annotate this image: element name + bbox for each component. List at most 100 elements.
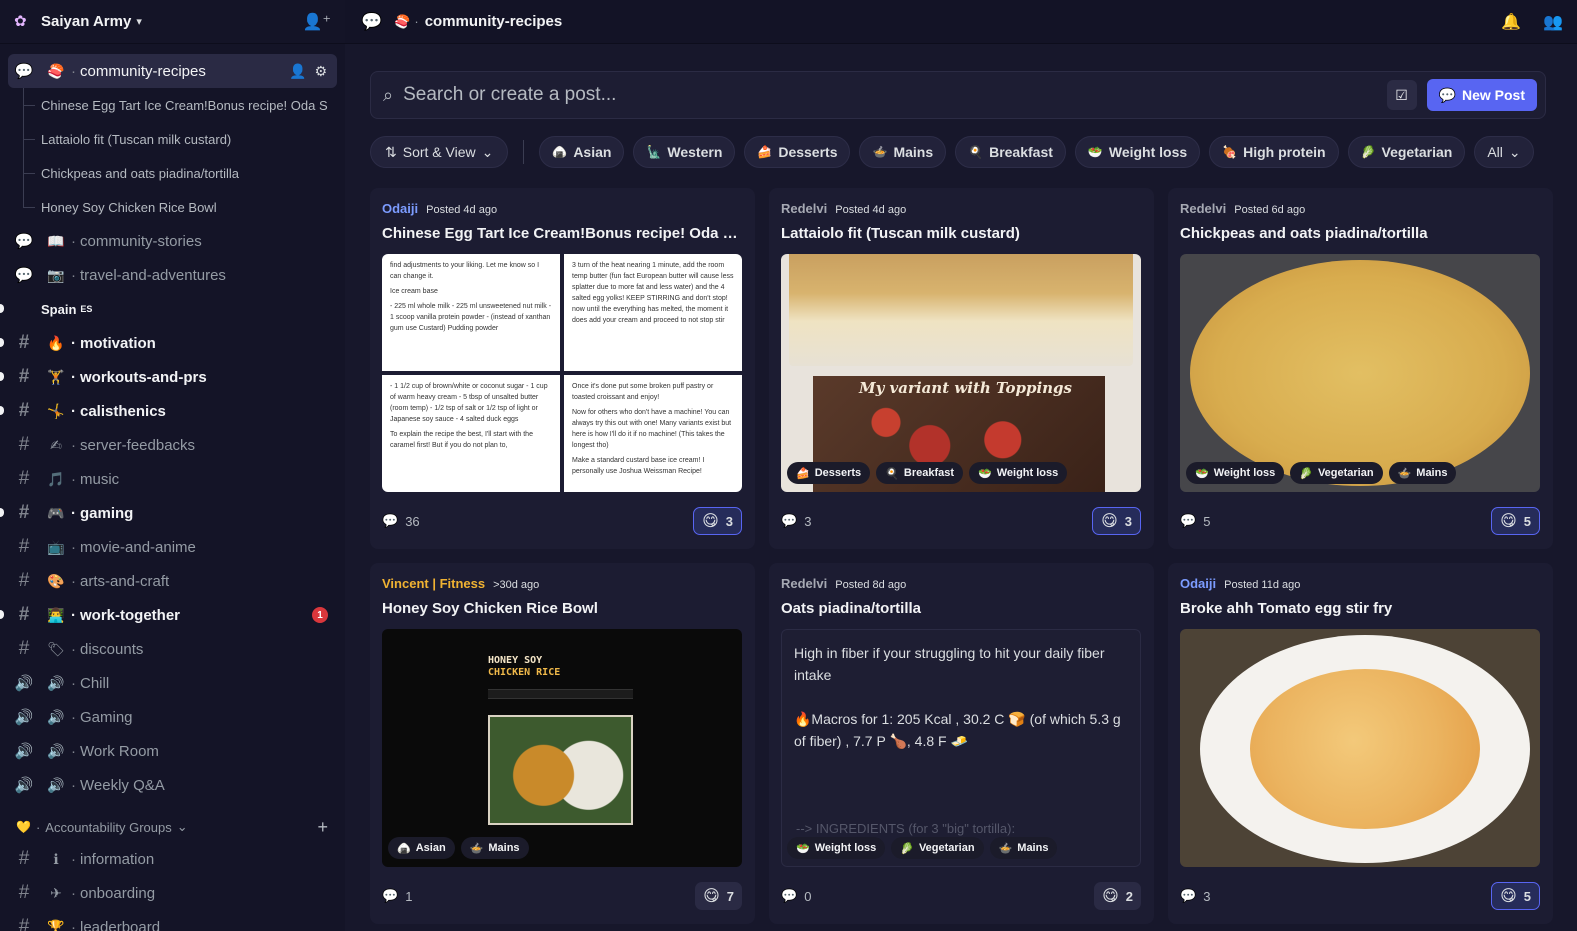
thread-name: Lattaiolo fit (Tuscan milk custard) <box>41 131 232 147</box>
channel-motivation[interactable]: # 🔥 · motivation <box>0 326 345 360</box>
add-channel-icon[interactable]: + <box>317 817 328 838</box>
photo-caption: My variant with Toppings <box>859 379 1072 397</box>
bell-icon[interactable]: 🔔 <box>1501 12 1521 32</box>
tag-filter-mains[interactable]: 🍲 Mains <box>859 136 947 168</box>
reaction-button[interactable]: 😋 2 <box>1094 882 1141 910</box>
post-title[interactable]: Broke ahh Tomato egg stir fry <box>1180 600 1540 620</box>
channel-name: arts-and-craft <box>80 572 170 590</box>
channel-list: 💬 🍣 · community-recipes 👤 ⚙ Chinese Egg Tart I… <box>0 54 345 931</box>
post-author[interactable]: Odaiji <box>382 201 418 216</box>
gear-icon[interactable]: ⚙ <box>314 63 327 80</box>
post-author[interactable]: Odaiji <box>1180 576 1216 591</box>
channel-chill[interactable]: 🔊 🔊 · Chill <box>0 666 345 700</box>
sort-view-button[interactable]: ⇅ Sort & View ⌄ <box>370 136 509 168</box>
thread-item[interactable]: Chickpeas and oats piadina/tortilla <box>0 156 345 190</box>
tag-filter-breakfast[interactable]: 🍳 Breakfast <box>955 136 1066 168</box>
add-member-icon[interactable]: 👤⁺ <box>303 12 331 32</box>
tag-filter-western[interactable]: 🗽 Western <box>633 136 736 168</box>
channel-community-recipes[interactable]: 💬 🍣 · community-recipes 👤 ⚙ <box>8 54 337 88</box>
channel-work-together[interactable]: # 👨‍💻 · work-together 1 <box>0 598 345 632</box>
tag-filter-desserts[interactable]: 🍰 Desserts <box>744 136 851 168</box>
post-preview[interactable]: High in fiber if your struggling to hit … <box>781 629 1141 867</box>
member-list-icon[interactable]: 👥 <box>1543 12 1563 32</box>
channel-weekly-q-a[interactable]: 🔊 🔊 · Weekly Q&A <box>0 768 345 802</box>
post-card[interactable]: Redelvi Posted 6d ago Chickpeas and oats p… <box>1168 188 1553 549</box>
channel-gaming[interactable]: # 🎮 · gaming <box>0 496 345 530</box>
new-post-button[interactable]: 💬 New Post <box>1426 79 1537 111</box>
subcategory-spain[interactable]: Spain ES <box>0 292 345 326</box>
tag-filter-weight-loss[interactable]: 🥗 Weight loss <box>1074 136 1201 168</box>
channel-emoji: 🔊 <box>47 776 65 793</box>
channel-music[interactable]: # 🎵 · music <box>0 462 345 496</box>
post-preview[interactable] <box>1180 629 1540 867</box>
post-card[interactable]: Redelvi Posted 8d ago Oats piadina/tortill… <box>769 563 1154 924</box>
invite-icon[interactable]: 👤 <box>289 63 306 80</box>
channel-information[interactable]: # ℹ · information <box>0 842 345 876</box>
post-title[interactable]: Honey Soy Chicken Rice Bowl <box>382 600 742 620</box>
channel-name: information <box>80 850 155 868</box>
tag-emoji: 🍰 <box>796 467 810 480</box>
dot-separator: · <box>71 572 76 590</box>
post-title[interactable]: Oats piadina/tortilla <box>781 600 1141 620</box>
thread-item[interactable]: Lattaiolo fit (Tuscan milk custard) <box>0 122 345 156</box>
channel-workouts-and-prs[interactable]: # 🏋 · workouts-and-prs <box>0 360 345 394</box>
reaction-button[interactable]: 😋 5 <box>1491 507 1540 535</box>
post-meta: Redelvi Posted 6d ago <box>1180 201 1540 218</box>
post-author[interactable]: Redelvi <box>1180 201 1226 216</box>
post-author[interactable]: Redelvi <box>781 201 827 216</box>
post-card[interactable]: Redelvi Posted 4d ago Lattaiolo fit (Tusca… <box>769 188 1154 549</box>
comment-count-value: 3 <box>1203 888 1211 904</box>
search-input[interactable] <box>403 84 1364 106</box>
channel-emoji: 🍣 <box>394 13 411 29</box>
thread-item[interactable]: Chinese Egg Tart Ice Cream!Bonus recipe!… <box>0 88 345 122</box>
post-author[interactable]: Redelvi <box>781 576 827 591</box>
post-preview[interactable]: 🥗 Weight loss 🥬 Vegetarian 🍲 Mains <box>1180 254 1540 492</box>
channel-community-stories[interactable]: 💬 📖 · community-stories <box>0 224 345 258</box>
tag-filter-asian[interactable]: 🍙 Asian <box>539 136 625 168</box>
channel-travel-and-adventures[interactable]: 💬 📷 · travel-and-adventures <box>0 258 345 292</box>
dot-separator: · <box>71 708 76 726</box>
post-title[interactable]: Lattaiolo fit (Tuscan milk custard) <box>781 225 1141 245</box>
channel-work-room[interactable]: 🔊 🔊 · Work Room <box>0 734 345 768</box>
hash-icon: # <box>18 916 30 931</box>
category-name: Accountability Groups <box>45 819 172 835</box>
channel-sidebar: ✿ Saiyan Army ▾ 👤⁺ 💬 🍣 · community-recipes 👤… <box>0 0 345 931</box>
post-card[interactable]: Vincent | Fitness >30d ago Honey Soy Chick… <box>370 563 755 924</box>
reaction-button[interactable]: 😋 3 <box>693 507 742 535</box>
tag-label: Mains <box>488 842 520 854</box>
channel-movie-and-anime[interactable]: # 📺 · movie-and-anime <box>0 530 345 564</box>
post-title[interactable]: Chickpeas and oats piadina/tortilla <box>1180 225 1540 245</box>
channel-calisthenics[interactable]: # 🤸 · calisthenics <box>0 394 345 428</box>
reaction-button[interactable]: 😋 7 <box>695 882 742 910</box>
server-header[interactable]: ✿ Saiyan Army ▾ 👤⁺ <box>0 0 345 44</box>
channel-gaming[interactable]: 🔊 🔊 · Gaming <box>0 700 345 734</box>
reaction-button[interactable]: 😋 5 <box>1491 882 1540 910</box>
chevron-down-icon: ⌄ <box>176 819 188 834</box>
comment-icon: 💬 <box>781 513 798 528</box>
post-card[interactable]: Odaiji Posted 11d ago Broke ahh Tomato egg… <box>1168 563 1553 924</box>
post-preview[interactable]: find adjustments to your liking. Let me … <box>382 254 742 492</box>
channel-discounts[interactable]: # 🏷 · discounts <box>0 632 345 666</box>
channel-onboarding[interactable]: # ✈ · onboarding <box>0 876 345 910</box>
post-preview[interactable]: HONEY SOY CHICKEN RICE 🍙 Asian 🍲 Mains <box>382 629 742 867</box>
select-posts-button[interactable]: ☑ <box>1386 80 1417 110</box>
post-card[interactable]: Odaiji Posted 4d ago Chinese Egg Tart Ice … <box>370 188 755 549</box>
all-tags-dropdown[interactable]: All ⌄ <box>1474 136 1534 168</box>
post-preview[interactable]: My variant with Toppings 🍰 Desserts 🍳 Breakf… <box>781 254 1141 492</box>
channel-arts-and-craft[interactable]: # 🎨 · arts-and-craft <box>0 564 345 598</box>
tag-filter-vegetarian[interactable]: 🥬 Vegetarian <box>1347 136 1466 168</box>
hash-icon: # <box>18 848 30 869</box>
channel-server-feedbacks[interactable]: # ✍ · server-feedbacks <box>0 428 345 462</box>
tag-filter-high-protein[interactable]: 🍖 High protein <box>1209 136 1339 168</box>
post-title[interactable]: Chinese Egg Tart Ice Cream!Bonus recipe!… <box>382 225 742 245</box>
reaction-button[interactable]: 😋 3 <box>1092 507 1141 535</box>
tag-emoji: 🍳 <box>885 467 899 480</box>
category-header[interactable]: 💛 · Accountability Groups ⌄ + <box>0 812 345 842</box>
heart-icon: 💛 <box>16 820 31 834</box>
post-author[interactable]: Vincent | Fitness <box>382 576 485 591</box>
channel-leaderboard[interactable]: # 🏆 · leaderboard <box>0 910 345 931</box>
channel-emoji: 🔊 <box>47 742 65 759</box>
screenshot-text: Make a standard custard base ice cream! … <box>572 457 705 475</box>
tag-emoji: 🥗 <box>978 467 992 480</box>
thread-item[interactable]: Honey Soy Chicken Rice Bowl <box>0 190 345 224</box>
